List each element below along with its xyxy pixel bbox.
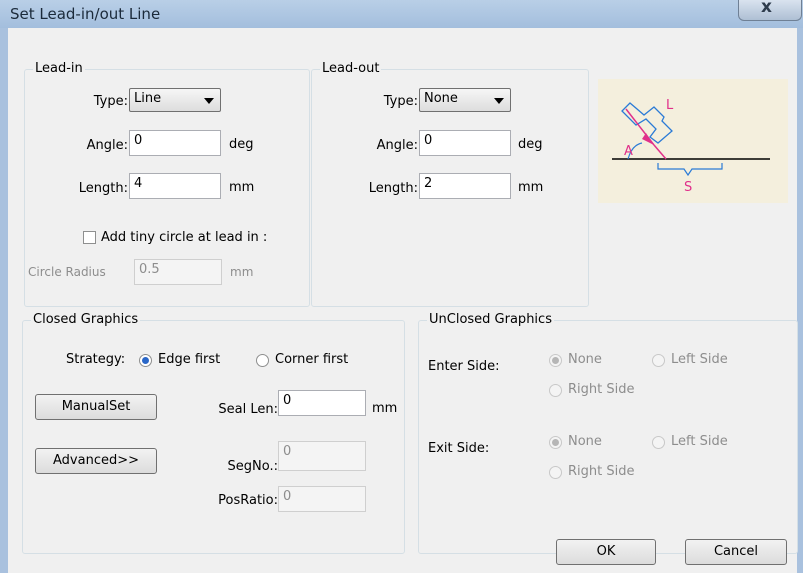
corner-first-radio[interactable] bbox=[256, 354, 269, 367]
unclosed-graphics-group: UnClosed Graphics bbox=[418, 312, 798, 554]
title-bar: Set Lead-in/out Line x bbox=[0, 0, 803, 28]
seal-len-label: Seal Len: bbox=[218, 402, 278, 417]
lead-in-type-select[interactable]: Line bbox=[129, 88, 221, 112]
tiny-circle-label: Add tiny circle at lead in : bbox=[101, 230, 268, 245]
lead-in-angle-label: Angle: bbox=[86, 138, 128, 153]
cancel-button[interactable]: Cancel bbox=[685, 539, 787, 565]
lead-line bbox=[653, 144, 667, 160]
exit-none-label: None bbox=[568, 434, 602, 449]
lead-out-angle-label: Angle: bbox=[376, 138, 418, 153]
lead-out-angle-input[interactable]: 0 bbox=[419, 130, 511, 156]
lead-out-type-value: None bbox=[424, 91, 458, 106]
lead-in-length-label: Length: bbox=[78, 181, 128, 196]
lead-in-length-unit: mm bbox=[229, 180, 255, 195]
close-icon: x bbox=[761, 0, 772, 17]
lead-out-length-input[interactable]: 2 bbox=[419, 173, 511, 199]
edge-first-radio[interactable] bbox=[139, 354, 152, 367]
lead-in-legend: Lead-in bbox=[33, 61, 85, 76]
lead-in-angle-input[interactable]: 0 bbox=[129, 130, 221, 156]
circle-radius-unit: mm bbox=[230, 265, 254, 279]
exit-left-radio[interactable] bbox=[652, 436, 665, 449]
lead-out-legend: Lead-out bbox=[320, 61, 382, 76]
tiny-circle-checkbox[interactable] bbox=[83, 231, 96, 244]
diagram-label-a: A bbox=[624, 144, 633, 159]
close-button[interactable]: x bbox=[738, 0, 802, 21]
segno-label: SegNo.: bbox=[227, 459, 278, 474]
window-title: Set Lead-in/out Line bbox=[10, 5, 161, 23]
advanced-button[interactable]: Advanced>> bbox=[35, 448, 157, 474]
closed-graphics-legend: Closed Graphics bbox=[31, 312, 141, 327]
enter-right-label: Right Side bbox=[568, 382, 635, 397]
lead-line-diagram: L A S bbox=[598, 79, 788, 203]
lead-in-type-label: Type: bbox=[93, 94, 128, 109]
corner-first-label: Corner first bbox=[275, 352, 349, 367]
chevron-down-icon bbox=[204, 98, 214, 104]
seal-len-input[interactable]: 0 bbox=[278, 390, 366, 416]
manualset-button[interactable]: ManualSet bbox=[35, 394, 157, 420]
dialog-body: Lead-in Type: Line Angle: 0 deg Length: … bbox=[8, 28, 798, 573]
lead-out-type-select[interactable]: None bbox=[419, 88, 511, 112]
exit-right-radio[interactable] bbox=[549, 466, 562, 479]
lead-in-type-value: Line bbox=[134, 91, 162, 106]
chevron-down-icon bbox=[494, 98, 504, 104]
circle-radius-label: Circle Radius bbox=[28, 265, 106, 279]
lead-out-length-label: Length: bbox=[368, 181, 418, 196]
diagram-label-s: S bbox=[684, 180, 692, 195]
ok-button[interactable]: OK bbox=[556, 539, 656, 565]
lead-in-angle-unit: deg bbox=[229, 137, 254, 152]
lead-in-length-input[interactable]: 4 bbox=[129, 173, 221, 199]
exit-right-label: Right Side bbox=[568, 464, 635, 479]
lead-out-angle-unit: deg bbox=[518, 137, 543, 152]
strategy-label: Strategy: bbox=[66, 352, 126, 367]
enter-none-label: None bbox=[568, 352, 602, 367]
enter-left-radio[interactable] bbox=[652, 354, 665, 367]
exit-side-label: Exit Side: bbox=[428, 441, 490, 456]
enter-side-label: Enter Side: bbox=[428, 359, 500, 374]
lead-out-length-unit: mm bbox=[518, 180, 544, 195]
seal-len-unit: mm bbox=[372, 401, 398, 416]
posratio-input[interactable]: 0 bbox=[278, 486, 366, 512]
enter-left-label: Left Side bbox=[671, 352, 728, 367]
lead-out-type-label: Type: bbox=[383, 94, 418, 109]
enter-right-radio[interactable] bbox=[549, 384, 562, 397]
circle-radius-input[interactable]: 0.5 bbox=[134, 259, 222, 285]
seal-brace bbox=[657, 163, 723, 177]
window-frame-left bbox=[0, 28, 8, 573]
segno-input[interactable]: 0 bbox=[278, 441, 366, 471]
enter-none-radio[interactable] bbox=[549, 354, 562, 367]
posratio-label: PosRatio: bbox=[218, 493, 278, 508]
exit-left-label: Left Side bbox=[671, 434, 728, 449]
diagram-label-l: L bbox=[666, 98, 674, 113]
lead-line-diagram-svg: L A S bbox=[612, 98, 770, 195]
edge-first-label: Edge first bbox=[158, 352, 221, 367]
exit-none-radio[interactable] bbox=[549, 436, 562, 449]
unclosed-graphics-legend: UnClosed Graphics bbox=[427, 312, 554, 327]
